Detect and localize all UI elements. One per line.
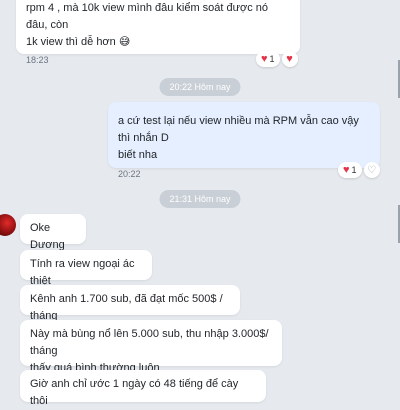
date-separator: 20:22 Hôm nay: [159, 78, 241, 96]
message-bubble[interactable]: Kênh anh 1.700 sub, đã đạt mốc 500$ / th…: [20, 285, 240, 322]
add-reaction-button[interactable]: ♥: [281, 51, 298, 67]
message-text: Tính ra view ngoại ác thiệt: [30, 258, 135, 287]
message-text: Oke Dương: [30, 222, 65, 251]
message-text: a cứ test lại nếu view nhiều mà RPM vẫn …: [118, 115, 359, 161]
message-bubble-sent[interactable]: a cứ test lại nếu view nhiều mà RPM vẫn …: [108, 102, 380, 179]
message-time: 18:23: [26, 55, 49, 65]
message-text: Kênh anh 1.700 sub, đã đạt mốc 500$ / th…: [30, 293, 223, 322]
heart-icon: ♥: [286, 52, 293, 65]
reaction-group: ♥ 1 ♡: [338, 162, 380, 178]
date-separator: 21:31 Hôm nay: [159, 190, 241, 208]
reaction-count-badge[interactable]: ♥ 1: [338, 162, 362, 178]
message-bubble[interactable]: Giờ anh chỉ ước 1 ngày có 48 tiếng để cà…: [20, 370, 266, 407]
message-bubble[interactable]: Này mà bùng nổ lên 5.000 sub, thu nhập 3…: [20, 320, 282, 374]
message-text: Giờ anh chỉ ước 1 ngày có 48 tiếng để cà…: [30, 378, 239, 407]
avatar[interactable]: [0, 214, 16, 236]
message-bubble[interactable]: rpm 4 , mà 10k view mình đâu kiểm soát đ…: [16, 0, 300, 65]
reaction-count-badge[interactable]: ♥ 1: [256, 51, 280, 67]
message-bubble[interactable]: Tính ra view ngoại ác thiệt: [20, 250, 152, 287]
heart-outline-icon: ♡: [367, 164, 377, 176]
sweat-smile-emoji: 😅: [118, 36, 131, 48]
add-reaction-button[interactable]: ♡: [363, 162, 380, 178]
reaction-group: ♥ 1 ♥: [256, 51, 298, 67]
heart-icon: ♥: [343, 163, 350, 176]
heart-icon: ♥: [261, 52, 268, 65]
message-text: rpm 4 , mà 10k view mình đâu kiểm soát đ…: [26, 2, 269, 48]
message-bubble[interactable]: Oke Dương: [20, 214, 86, 251]
message-time: 20:22: [118, 169, 141, 179]
